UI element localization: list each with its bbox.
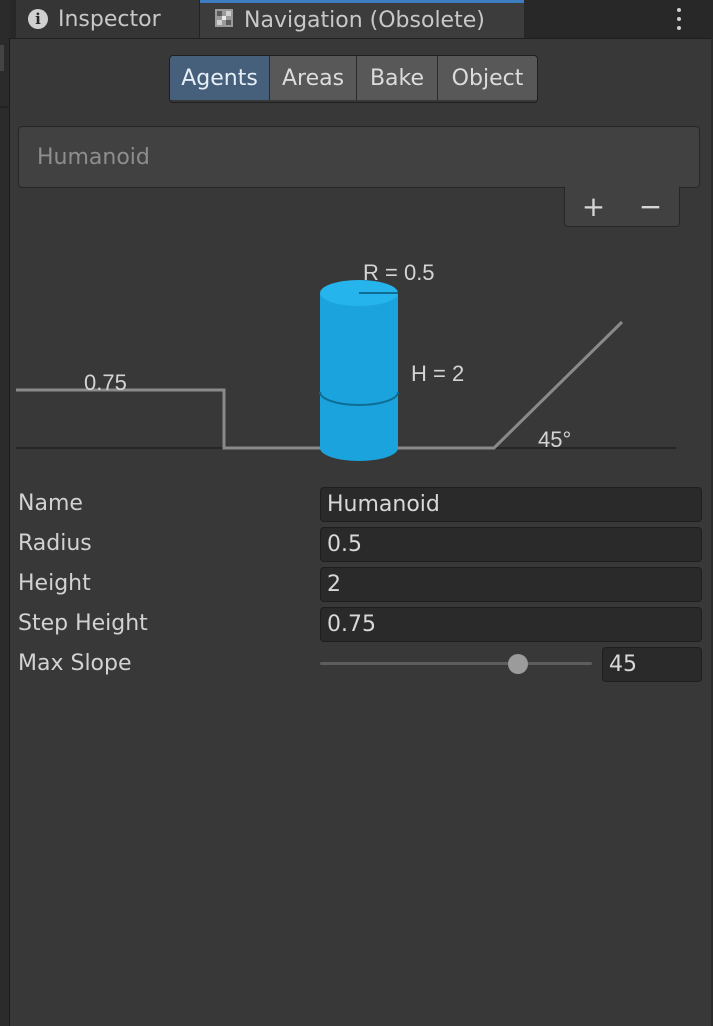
- areas-button[interactable]: Areas: [270, 56, 357, 100]
- max-slope-label: Max Slope: [18, 651, 132, 676]
- radius-label: R = 0.5: [363, 260, 435, 285]
- step-height-label: 0.75: [84, 370, 127, 395]
- agent-type-list: Humanoid: [18, 126, 700, 188]
- tab-inspector[interactable]: i Inspector: [16, 0, 200, 38]
- navigation-toolbar: Agents Areas Bake Object: [169, 55, 538, 103]
- navigation-icon: [214, 8, 234, 34]
- agent-dimensions-diagram: R = 0.5 H = 2 0.75 45°: [16, 260, 676, 461]
- agent-cylinder-icon: [319, 280, 399, 461]
- slope-label: 45°: [538, 427, 571, 452]
- height-field[interactable]: 2: [320, 567, 702, 602]
- list-item[interactable]: Humanoid: [37, 145, 150, 170]
- max-slope-slider-track[interactable]: [320, 662, 592, 665]
- max-slope-slider-handle[interactable]: [508, 654, 528, 674]
- info-icon: i: [28, 9, 48, 29]
- step-height-field[interactable]: 0.75: [320, 607, 702, 642]
- dock-divider: [9, 38, 10, 1026]
- radius-field[interactable]: 0.5: [320, 527, 702, 562]
- step-height-label-field: Step Height: [18, 611, 148, 636]
- tab-navigation-label: Navigation (Obsolete): [244, 8, 485, 33]
- dock-separator: [0, 106, 10, 108]
- height-label: H = 2: [411, 361, 464, 386]
- dock-handle[interactable]: [0, 45, 4, 71]
- name-field[interactable]: Humanoid: [320, 487, 702, 522]
- height-label-field: Height: [18, 571, 91, 596]
- max-slope-field[interactable]: 45: [602, 647, 702, 682]
- tab-inspector-label: Inspector: [58, 6, 161, 32]
- more-options-icon[interactable]: [667, 6, 691, 32]
- radius-label-field: Radius: [18, 531, 92, 556]
- agent-list-footer: + −: [564, 187, 680, 227]
- add-agent-button[interactable]: +: [582, 192, 605, 221]
- agents-button[interactable]: Agents: [170, 56, 270, 100]
- object-button[interactable]: Object: [438, 56, 537, 100]
- tab-navigation[interactable]: Navigation (Obsolete): [200, 0, 524, 38]
- remove-agent-button[interactable]: −: [639, 192, 662, 221]
- dock-left-edge: [0, 0, 10, 1026]
- tab-bar: i Inspector Navigation (Obsolete): [10, 0, 713, 39]
- bake-button[interactable]: Bake: [357, 56, 438, 100]
- name-label: Name: [18, 491, 83, 516]
